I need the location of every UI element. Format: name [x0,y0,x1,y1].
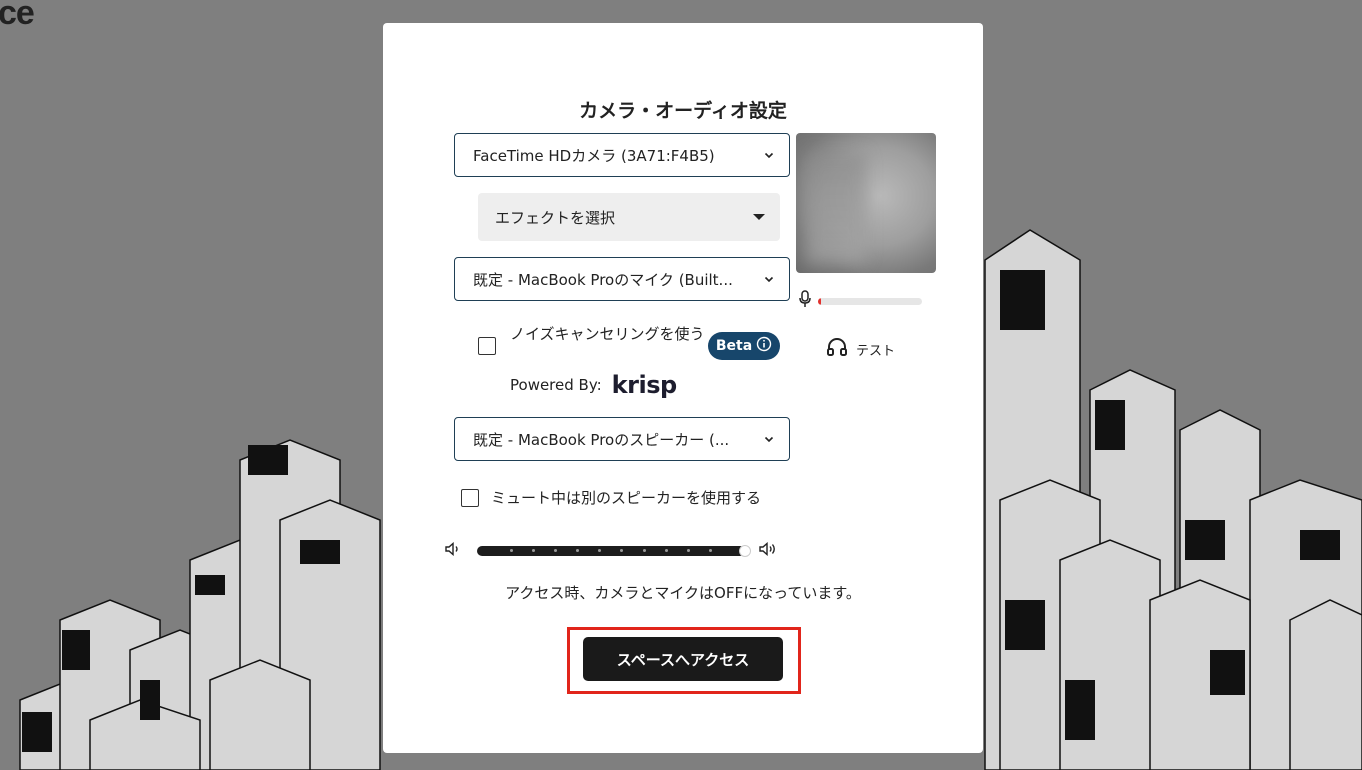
camera-select-value: FaceTime HDカメラ (3A71:F4B5) [473,146,715,165]
chevron-down-icon [749,276,789,283]
chevron-down-icon [749,436,789,443]
beta-badge[interactable]: Beta [708,332,780,360]
mic-level-meter [798,290,922,312]
speaker-select-value: 既定 - MacBook Proのスピーカー (... [473,430,730,449]
microphone-icon [798,290,812,312]
volume-slider-ticks [477,546,745,556]
dialog-title: カメラ・オーディオ設定 [579,100,787,122]
noise-cancel-checkbox[interactable] [478,337,496,355]
speaker-test-label: テスト [856,343,896,359]
mic-level-bar [818,297,922,305]
krisp-logo: krisp [611,371,678,399]
volume-control [445,541,777,560]
caret-down-icon [753,214,765,220]
powered-by: Powered By: krisp [510,371,677,399]
speaker-test-button[interactable]: テスト [826,337,895,361]
speaker-select[interactable]: 既定 - MacBook Proのスピーカー (... [454,417,790,461]
access-notice: アクセス時、カメラとマイクはOFFになっています。 [505,584,861,602]
camera-audio-settings-dialog: カメラ・オーディオ設定 FaceTime HDカメラ (3A71:F4B5) エ… [383,23,983,753]
camera-select[interactable]: FaceTime HDカメラ (3A71:F4B5) [454,133,790,177]
noise-cancel-label: ノイズキャンセリングを使う [510,325,705,343]
mute-speaker-checkbox[interactable] [461,488,479,507]
volume-slider-thumb[interactable] [739,544,751,557]
beta-badge-label: Beta [715,338,753,354]
volume-high-icon [759,541,777,560]
enter-space-button[interactable]: スペースへアクセス [583,637,783,681]
microphone-select[interactable]: 既定 - MacBook Proのマイク (Built... [454,257,790,301]
volume-low-icon [445,541,463,560]
chevron-down-icon [749,152,789,159]
microphone-select-value: 既定 - MacBook Proのマイク (Built... [473,270,733,289]
effect-select-value: エフェクトを選択 [495,208,616,227]
volume-slider[interactable] [477,544,751,557]
camera-preview [796,133,936,273]
powered-by-label: Powered By: [510,376,602,394]
mute-speaker-label: ミュート中は別のスピーカーを使用する [491,489,762,507]
mic-level-fill [818,297,822,305]
info-icon [756,336,772,356]
headphones-icon [826,337,848,361]
mute-speaker-option: ミュート中は別のスピーカーを使用する [461,487,761,508]
effect-select[interactable]: エフェクトを選択 [478,193,780,241]
